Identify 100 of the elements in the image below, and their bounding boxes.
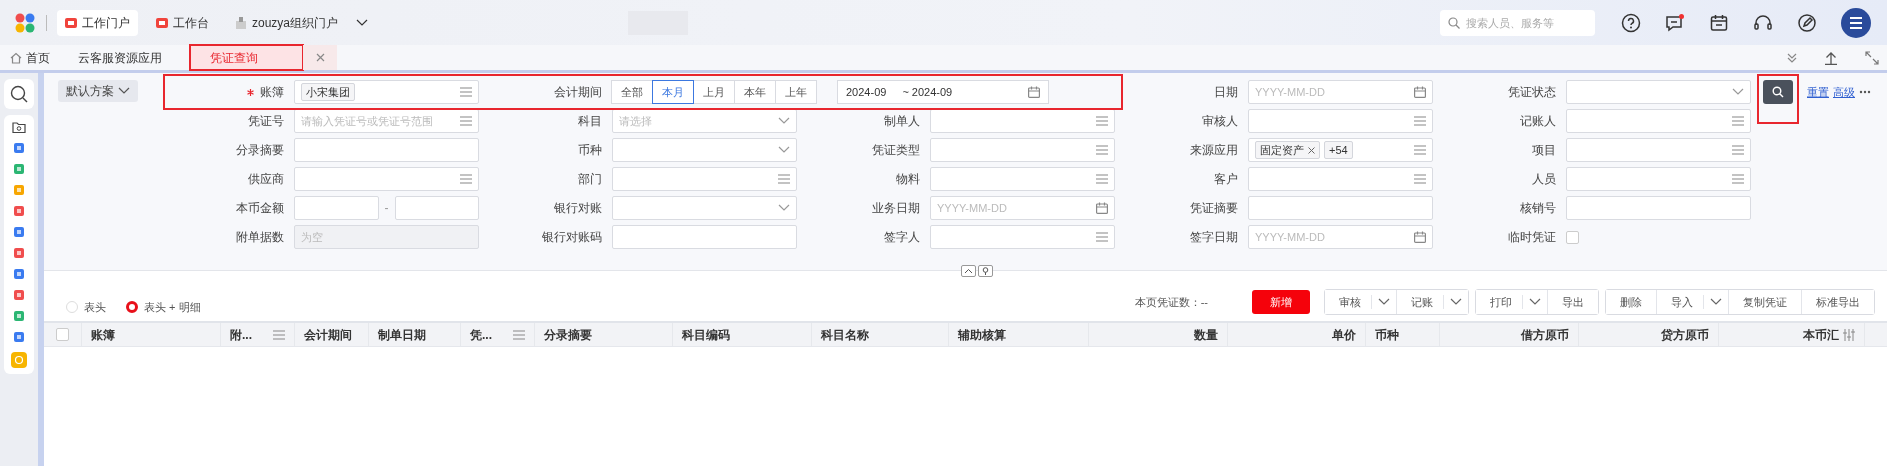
toolbar-button[interactable]: 标准导出	[1801, 290, 1874, 314]
app-icon[interactable]	[13, 184, 25, 196]
chevron-down-icon[interactable]	[356, 18, 369, 27]
list-icon	[1414, 116, 1426, 126]
input-field[interactable]	[930, 109, 1115, 133]
period-option[interactable]: 上月	[693, 80, 735, 104]
period-option[interactable]: 本月	[652, 80, 694, 104]
pin-icon	[981, 267, 989, 275]
app-icon[interactable]	[13, 163, 25, 175]
calendar-icon[interactable]	[1709, 12, 1729, 33]
input-field[interactable]	[394, 196, 479, 220]
link[interactable]: 高级	[1833, 83, 1855, 101]
link[interactable]: 重置	[1807, 83, 1829, 101]
collapse-button[interactable]	[960, 265, 976, 277]
menu-icon[interactable]	[1841, 7, 1871, 38]
column-header[interactable]: 借方原币	[1449, 325, 1569, 344]
search-icon[interactable]	[10, 85, 28, 103]
scheme-dropdown[interactable]: 默认方案	[58, 80, 138, 102]
column-header[interactable]: 账簿	[91, 325, 211, 344]
select-field[interactable]	[612, 138, 797, 162]
column-header[interactable]: 币种	[1375, 325, 1430, 344]
input-field[interactable]: 固定资产 +54	[1248, 138, 1433, 162]
app-icon[interactable]	[13, 331, 25, 343]
date-range-field[interactable]: 2024-09 ~ 2024-09	[837, 80, 1049, 104]
select-field[interactable]	[612, 196, 797, 220]
input-field[interactable]	[1566, 167, 1751, 191]
field-label: 人员	[1531, 171, 1556, 188]
select-field[interactable]	[1566, 80, 1751, 104]
period-option[interactable]: 本年	[734, 80, 776, 104]
toolbar-button[interactable]: 新增	[1252, 290, 1310, 314]
app-icon[interactable]	[13, 289, 25, 301]
app-icon[interactable]	[13, 205, 25, 217]
column-header[interactable]: 贷方原币	[1588, 325, 1709, 344]
app-icon[interactable]	[13, 142, 25, 154]
page-tab[interactable]: 首页	[0, 45, 64, 70]
select-all-checkbox[interactable]	[56, 328, 69, 341]
page-tab[interactable]: 云客服资源应用	[64, 45, 176, 70]
app-icon[interactable]	[13, 247, 25, 259]
column-header[interactable]: 制单日期	[378, 325, 451, 344]
column-header[interactable]: 本币汇	[1728, 325, 1839, 344]
input-field[interactable]	[1248, 167, 1433, 191]
input-field[interactable]	[930, 225, 1115, 249]
input-field[interactable]	[294, 138, 479, 162]
input-field[interactable]	[1566, 138, 1751, 162]
close-tab-button[interactable]	[303, 45, 337, 70]
page-tab[interactable]: 凭证查询	[190, 45, 303, 70]
headset-icon[interactable]	[1753, 12, 1773, 33]
input-field[interactable]	[294, 196, 379, 220]
column-header[interactable]: 科目名称	[821, 325, 939, 344]
field-label: 审核人	[1201, 113, 1238, 130]
checkbox[interactable]	[1566, 230, 1579, 244]
column-header[interactable]: 凭...	[470, 325, 509, 344]
expand-icon[interactable]	[1865, 50, 1879, 65]
portal-tab[interactable]: 工作台	[148, 9, 217, 36]
column-header[interactable]: 分录摘要	[544, 325, 663, 344]
tag-chip[interactable]: 小宋集团	[301, 83, 355, 101]
calendar-icon	[1028, 86, 1040, 98]
help-icon[interactable]	[1621, 12, 1641, 33]
column-header[interactable]: 辅助核算	[958, 325, 1079, 344]
input-field[interactable]	[612, 167, 797, 191]
column-header[interactable]: 科目编码	[682, 325, 802, 344]
column-settings-icon[interactable]	[1843, 328, 1855, 341]
input-field[interactable]	[930, 167, 1115, 191]
folder-icon[interactable]	[12, 121, 26, 133]
app-icon[interactable]	[11, 352, 27, 368]
period-option[interactable]: 上年	[775, 80, 817, 104]
app-icon[interactable]	[13, 310, 25, 322]
app-icon[interactable]	[13, 268, 25, 280]
toolbar-button[interactable]: 记账	[1396, 290, 1468, 314]
input-field[interactable]	[612, 225, 797, 249]
more-icon[interactable]	[1859, 90, 1871, 94]
radio-option[interactable]: 表头	[66, 298, 106, 315]
chevron-down-icon	[1703, 295, 1722, 309]
input-field[interactable]	[294, 167, 479, 191]
input-field[interactable]	[930, 138, 1115, 162]
input-field[interactable]	[1248, 109, 1433, 133]
home-icon	[10, 51, 22, 64]
double-chevron-icon[interactable]	[1787, 52, 1797, 63]
pin-button[interactable]	[977, 265, 993, 277]
column-header[interactable]: 数量	[1098, 325, 1218, 344]
input-field[interactable]	[1566, 109, 1751, 133]
input-field[interactable]: 小宋集团	[294, 80, 479, 104]
remove-icon[interactable]	[1308, 146, 1315, 154]
column-header[interactable]: 会计期间	[304, 325, 359, 344]
pen-icon[interactable]	[1797, 12, 1817, 33]
search-button[interactable]	[1763, 80, 1793, 104]
app-icon[interactable]	[13, 226, 25, 238]
column-header[interactable]: 附...	[230, 325, 269, 344]
input-field[interactable]	[1248, 196, 1433, 220]
message-icon[interactable]	[1665, 12, 1685, 33]
upload-icon[interactable]	[1825, 50, 1837, 65]
search-field[interactable]: 搜索人员、服务等	[1440, 9, 1595, 36]
input-field[interactable]	[1566, 196, 1751, 220]
radio-option[interactable]: 表头 + 明细	[126, 298, 201, 315]
period-option[interactable]: 全部	[611, 80, 653, 104]
column-header[interactable]: 单价	[1237, 325, 1356, 344]
portal-tab[interactable]: 工作门户	[57, 9, 138, 36]
toolbar-button[interactable]: 导出	[1547, 290, 1598, 314]
tag-chip[interactable]: 固定资产	[1255, 141, 1320, 159]
portal-tab[interactable]: zouzya组织门户	[227, 9, 347, 36]
